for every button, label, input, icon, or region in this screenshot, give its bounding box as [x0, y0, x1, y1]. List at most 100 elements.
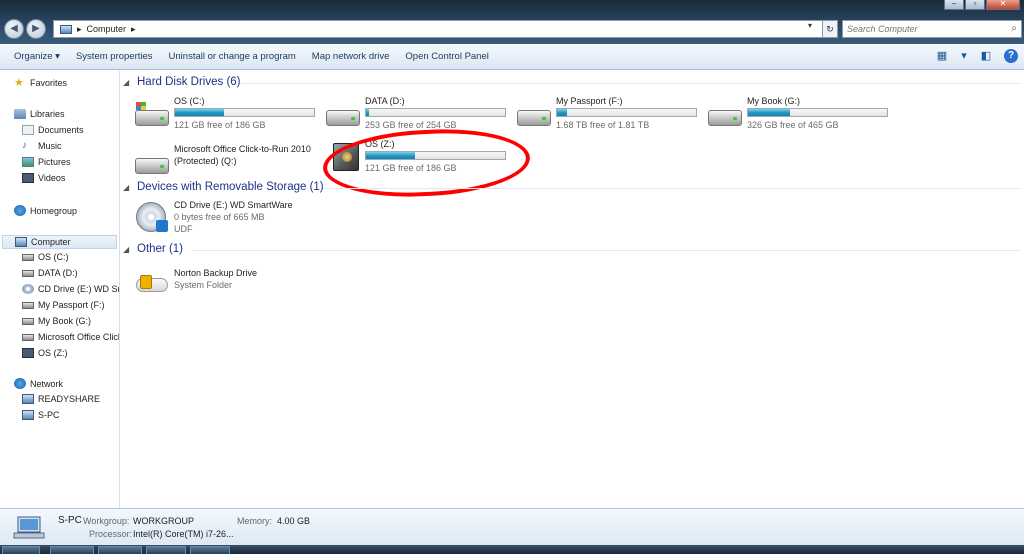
drive-tile-g[interactable]: My Book (G:) 326 GB free of 465 GB — [707, 96, 892, 132]
nav-drive-g[interactable]: My Book (G:) — [22, 316, 119, 326]
forward-button[interactable]: ▶ — [26, 19, 46, 39]
map-network-drive-button[interactable]: Map network drive — [304, 46, 398, 68]
back-button[interactable]: ◀ — [4, 19, 24, 39]
workgroup-label: Workgroup: — [83, 516, 130, 526]
drive-icon — [22, 317, 34, 325]
nav-readyshare[interactable]: READYSHARE — [22, 394, 119, 404]
taskbar-button[interactable] — [146, 546, 186, 554]
network-computer-icon — [22, 394, 34, 404]
collapse-icon[interactable]: ◢ — [123, 78, 129, 87]
lock-drive-icon — [134, 270, 172, 302]
computer-icon — [15, 237, 27, 247]
nav-label: Microsoft Office Click-to-Run 2010 (Prot… — [38, 332, 119, 342]
drive-usage-fill — [748, 109, 790, 116]
nav-label: Libraries — [30, 109, 65, 119]
drive-name: CD Drive (E:) WD SmartWare — [174, 200, 293, 210]
search-box[interactable]: ⌕ — [842, 20, 1022, 38]
drive-usage-fill — [175, 109, 224, 116]
drive-name: My Passport (F:) — [556, 96, 623, 106]
nav-drive-e[interactable]: CD Drive (E:) WD SmartWare — [22, 284, 119, 294]
music-icon: ♪ — [22, 141, 27, 151]
address-dropdown-icon[interactable]: ▾ — [808, 21, 812, 30]
view-options-icon[interactable]: ▦ — [934, 48, 950, 64]
refresh-icon: ↻ — [826, 24, 834, 34]
nav-network[interactable]: Network — [14, 378, 118, 389]
taskbar-button[interactable] — [190, 546, 230, 554]
organize-menu[interactable]: Organize ▾ — [6, 46, 68, 68]
drive-usage-fill — [366, 109, 369, 116]
help-icon[interactable]: ? — [1004, 49, 1018, 63]
drive-free-space: 121 GB free of 186 GB — [174, 120, 266, 130]
view-dropdown-icon[interactable]: ▾ — [960, 48, 968, 64]
group-divider — [323, 188, 1021, 189]
hard-drive-icon — [134, 146, 172, 178]
cd-drive-icon — [22, 284, 34, 294]
nav-drive-z[interactable]: OS (Z:) — [22, 348, 119, 358]
nav-libraries[interactable]: Libraries — [14, 109, 118, 119]
nav-computer[interactable]: Computer — [2, 235, 117, 249]
drive-tile-d[interactable]: DATA (D:) 253 GB free of 254 GB — [325, 96, 510, 132]
drive-tile-q[interactable]: Microsoft Office Click-to-Run 2010 (Prot… — [134, 144, 319, 180]
workgroup-value: WORKGROUP — [133, 516, 195, 526]
group-header-hard-disk-drives[interactable]: ◢ Hard Disk Drives (6) — [123, 76, 241, 88]
nav-favorites[interactable]: ★ Favorites — [14, 78, 118, 88]
nav-label: Network — [30, 378, 64, 389]
nav-homegroup[interactable]: Homegroup — [14, 205, 118, 216]
network-computer-icon — [22, 410, 34, 420]
close-button[interactable]: ✕ — [986, 0, 1020, 10]
details-pane: S-PC Workgroup: WORKGROUP Memory: 4.00 G… — [0, 508, 1024, 545]
nav-drive-f[interactable]: My Passport (F:) — [22, 300, 119, 310]
search-icon[interactable]: ⌕ — [1011, 23, 1017, 34]
nav-s-pc[interactable]: S-PC — [22, 410, 119, 420]
norton-backup-drive-tile[interactable]: Norton Backup Drive System Folder — [134, 268, 319, 304]
preview-pane-icon[interactable]: ◧ — [978, 48, 994, 64]
window-controls: – ▫ ✕ — [944, 0, 1020, 10]
group-header-removable-storage[interactable]: ◢ Devices with Removable Storage (1) — [123, 181, 324, 193]
open-control-panel-button[interactable]: Open Control Panel — [397, 46, 496, 68]
minimize-button[interactable]: – — [944, 0, 964, 10]
drive-tile-e[interactable]: CD Drive (E:) WD SmartWare 0 bytes free … — [134, 200, 319, 240]
processor-value: Intel(R) Core(TM) i7-26... — [133, 529, 234, 539]
safe-drive-icon — [22, 348, 34, 358]
nav-label: Homegroup — [30, 205, 78, 216]
drive-tile-f[interactable]: My Passport (F:) 1.68 TB free of 1.81 TB — [516, 96, 701, 132]
address-bar[interactable]: ▸ Computer ▸ — [53, 20, 823, 38]
maximize-button[interactable]: ▫ — [965, 0, 985, 10]
group-divider — [191, 250, 1021, 251]
title-bar: – ▫ ✕ ◀ ▶ ▸ Computer ▸ ▾ ↻ ⌕ — [0, 0, 1024, 44]
nav-drive-q[interactable]: Microsoft Office Click-to-Run 2010 (Prot… — [22, 332, 119, 342]
nav-label: OS (C:) — [38, 252, 69, 262]
nav-documents[interactable]: Documents — [22, 125, 119, 135]
command-bar: Organize ▾ System properties Uninstall o… — [0, 44, 1024, 70]
nav-label: DATA (D:) — [38, 268, 78, 278]
taskbar-button[interactable] — [98, 546, 142, 554]
documents-icon — [22, 125, 34, 135]
nav-label: S-PC — [38, 410, 60, 420]
computer-icon — [60, 24, 72, 34]
nav-label: Documents — [38, 125, 84, 135]
start-button[interactable] — [2, 546, 40, 554]
group-header-other[interactable]: ◢ Other (1) — [123, 243, 183, 255]
search-input[interactable] — [843, 21, 993, 37]
drive-tile-c[interactable]: OS (C:) 121 GB free of 186 GB — [134, 96, 319, 132]
breadcrumb-separator-icon[interactable]: ▸ — [131, 24, 136, 35]
nav-label: Music — [38, 141, 62, 151]
nav-pictures[interactable]: Pictures — [22, 157, 119, 167]
system-properties-button[interactable]: System properties — [68, 46, 161, 68]
nav-drive-c[interactable]: OS (C:) — [22, 252, 119, 262]
drive-free-space: 0 bytes free of 665 MB — [174, 212, 265, 222]
nav-music[interactable]: ♪ Music — [22, 141, 119, 151]
taskbar-button[interactable] — [50, 546, 94, 554]
refresh-button[interactable]: ↻ — [822, 20, 838, 38]
nav-videos[interactable]: Videos — [22, 173, 119, 183]
windows-drive-icon — [134, 98, 172, 130]
breadcrumb-computer[interactable]: Computer — [87, 24, 127, 34]
back-arrow-icon: ◀ — [10, 23, 18, 34]
nav-drive-d[interactable]: DATA (D:) — [22, 268, 119, 278]
library-icon — [14, 109, 26, 119]
collapse-icon[interactable]: ◢ — [123, 183, 129, 192]
navigation-pane: ★ Favorites Libraries Documents ♪ Music Pi… — [0, 71, 120, 508]
collapse-icon[interactable]: ◢ — [123, 245, 129, 254]
uninstall-program-button[interactable]: Uninstall or change a program — [161, 46, 304, 68]
hard-drive-icon — [516, 98, 554, 130]
